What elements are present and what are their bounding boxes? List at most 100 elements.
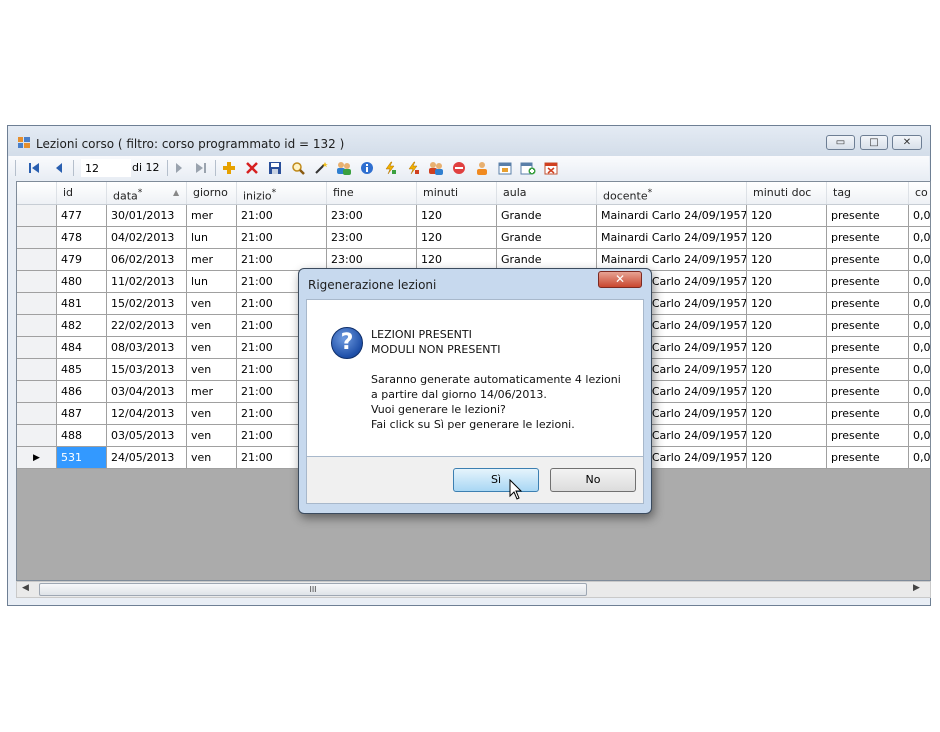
cell-data[interactable]: 12/04/2013 <box>107 403 187 425</box>
cell-giorno[interactable]: lun <box>187 227 237 249</box>
position-input[interactable] <box>81 159 131 177</box>
cell-data[interactable]: 30/01/2013 <box>107 205 187 227</box>
close-button[interactable]: ✕ <box>892 135 922 150</box>
cell-minuti-doc[interactable]: 120 <box>747 403 827 425</box>
cell-co[interactable]: 0,0 <box>909 315 930 337</box>
users-icon[interactable] <box>336 160 352 176</box>
cell-co[interactable]: 0,0 <box>909 381 930 403</box>
scroll-right-icon[interactable]: ▶ <box>913 583 920 593</box>
row-header[interactable] <box>17 337 57 359</box>
cell-data[interactable]: 04/02/2013 <box>107 227 187 249</box>
move-first-icon[interactable] <box>26 160 42 176</box>
column-header-fine[interactable]: fine <box>327 182 417 204</box>
cell-minuti-doc[interactable]: 120 <box>747 359 827 381</box>
column-header-aula[interactable]: aula <box>497 182 597 204</box>
cell-minuti-doc[interactable]: 120 <box>747 425 827 447</box>
person-icon[interactable] <box>474 160 490 176</box>
cell-giorno[interactable]: ven <box>187 315 237 337</box>
cell-minuti-doc[interactable]: 120 <box>747 205 827 227</box>
row-header[interactable] <box>17 425 57 447</box>
add-icon[interactable] <box>221 160 237 176</box>
cell-co[interactable]: 0,0 <box>909 447 930 469</box>
cell-tag[interactable]: presente <box>827 315 909 337</box>
cell-tag[interactable]: presente <box>827 425 909 447</box>
cell-aula[interactable]: Grande <box>497 227 597 249</box>
cell-id[interactable]: 479 <box>57 249 107 271</box>
column-header-minuti[interactable]: minuti <box>417 182 497 204</box>
cell-co[interactable]: 0,0 <box>909 359 930 381</box>
column-header-co[interactable]: co <box>909 182 930 204</box>
scroll-left-icon[interactable]: ◀ <box>22 583 29 593</box>
cell-giorno[interactable]: lun <box>187 271 237 293</box>
cell-tag[interactable]: presente <box>827 381 909 403</box>
row-header[interactable]: ▶ <box>17 447 57 469</box>
cell-data[interactable]: 15/03/2013 <box>107 359 187 381</box>
cell-docente[interactable]: Mainardi Carlo 24/09/1957 <box>597 205 747 227</box>
cell-data[interactable]: 22/02/2013 <box>107 315 187 337</box>
cell-id[interactable]: 478 <box>57 227 107 249</box>
cell-tag[interactable]: presente <box>827 227 909 249</box>
cell-tag[interactable]: presente <box>827 447 909 469</box>
calendar-icon[interactable] <box>497 160 513 176</box>
cell-data[interactable]: 08/03/2013 <box>107 337 187 359</box>
cell-id[interactable]: 485 <box>57 359 107 381</box>
cell-minuti-doc[interactable]: 120 <box>747 249 827 271</box>
column-header-data[interactable]: data* ▲ <box>107 182 187 204</box>
cell-tag[interactable]: presente <box>827 249 909 271</box>
yes-button[interactable]: Sì <box>453 468 539 492</box>
cell-minuti[interactable]: 120 <box>417 205 497 227</box>
cell-inizio[interactable]: 21:00 <box>237 227 327 249</box>
dialog-close-button[interactable]: ✕ <box>598 271 642 288</box>
cell-aula[interactable]: Grande <box>497 205 597 227</box>
row-header[interactable] <box>17 249 57 271</box>
cell-tag[interactable]: presente <box>827 293 909 315</box>
table-row[interactable]: 478 04/02/2013 lun 21:00 23:00 120 Grande Maina… <box>17 227 930 249</box>
row-header[interactable] <box>17 315 57 337</box>
calendar-add-icon[interactable] <box>520 160 536 176</box>
cell-tag[interactable]: presente <box>827 205 909 227</box>
cell-id[interactable]: 487 <box>57 403 107 425</box>
cell-giorno[interactable]: ven <box>187 447 237 469</box>
cell-co[interactable]: 0,0 <box>909 293 930 315</box>
cell-minuti-doc[interactable]: 120 <box>747 227 827 249</box>
cell-data[interactable]: 03/05/2013 <box>107 425 187 447</box>
cell-giorno[interactable]: ven <box>187 293 237 315</box>
cell-id[interactable]: 480 <box>57 271 107 293</box>
cell-co[interactable]: 0,0 <box>909 205 930 227</box>
maximize-button[interactable]: □ <box>860 135 888 150</box>
cell-fine[interactable]: 23:00 <box>327 205 417 227</box>
lightning-2-icon[interactable] <box>405 160 421 176</box>
cell-giorno[interactable]: ven <box>187 359 237 381</box>
cell-giorno[interactable]: ven <box>187 403 237 425</box>
lightning-icon[interactable] <box>382 160 398 176</box>
minimize-button[interactable]: ▭ <box>826 135 855 150</box>
cell-fine[interactable]: 23:00 <box>327 227 417 249</box>
cell-giorno[interactable]: mer <box>187 381 237 403</box>
info-icon[interactable] <box>359 160 375 176</box>
cell-tag[interactable]: presente <box>827 359 909 381</box>
column-header-docente[interactable]: docente* <box>597 182 747 204</box>
stop-icon[interactable] <box>451 160 467 176</box>
cell-giorno[interactable]: mer <box>187 205 237 227</box>
cell-giorno[interactable]: ven <box>187 425 237 447</box>
cell-data[interactable]: 06/02/2013 <box>107 249 187 271</box>
cell-inizio[interactable]: 21:00 <box>237 205 327 227</box>
save-icon[interactable] <box>267 160 283 176</box>
move-previous-icon[interactable] <box>51 160 67 176</box>
cell-id[interactable]: 477 <box>57 205 107 227</box>
row-header[interactable] <box>17 227 57 249</box>
row-header[interactable] <box>17 359 57 381</box>
cell-id[interactable]: 531 <box>57 447 107 469</box>
row-header[interactable] <box>17 293 57 315</box>
cell-tag[interactable]: presente <box>827 337 909 359</box>
cell-id[interactable]: 486 <box>57 381 107 403</box>
calendar-delete-icon[interactable] <box>543 160 559 176</box>
scrollbar-thumb[interactable]: III <box>39 583 587 596</box>
search-icon[interactable] <box>290 160 306 176</box>
column-header-id[interactable]: id <box>57 182 107 204</box>
cell-minuti-doc[interactable]: 120 <box>747 381 827 403</box>
cell-minuti-doc[interactable]: 120 <box>747 293 827 315</box>
wand-icon[interactable] <box>313 160 329 176</box>
cell-co[interactable]: 0,0 <box>909 249 930 271</box>
move-next-icon[interactable] <box>171 160 187 176</box>
